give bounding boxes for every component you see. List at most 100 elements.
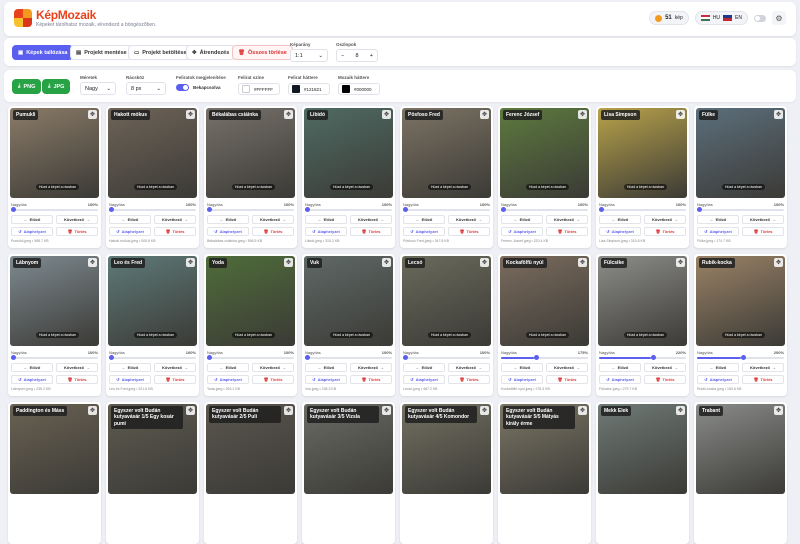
prev-button[interactable]: ← Előző — [305, 363, 347, 372]
move-icon[interactable]: ✥ — [480, 258, 489, 267]
caption-bg-picker[interactable]: #121821 — [288, 83, 330, 95]
card-image[interactable] — [696, 404, 785, 494]
zoom-slider-thumb[interactable] — [207, 207, 212, 212]
prev-button[interactable]: ← Előző — [403, 215, 445, 224]
prev-button[interactable]: ← Előző — [501, 363, 543, 372]
image-card[interactable]: Mekk Elek ✥ — [596, 402, 689, 544]
reset-button[interactable]: ↺ Alaphelyzet — [305, 227, 347, 236]
image-card[interactable]: Lecsó ✥ Húzd a képet a rácsban Nagyítás … — [400, 254, 493, 396]
image-card[interactable]: Kockafölfü nyúl ✥ Húzd a képet a rácsban… — [498, 254, 591, 396]
reset-button[interactable]: ↺ Alaphelyzet — [697, 227, 739, 236]
reset-button[interactable]: ↺ Alaphelyzet — [403, 227, 445, 236]
move-icon[interactable]: ✥ — [186, 110, 195, 119]
size-select[interactable]: Nagy ⌄ — [80, 82, 116, 95]
delete-button[interactable]: 🗑 Törlés — [644, 375, 686, 384]
zoom-slider-thumb[interactable] — [403, 355, 408, 360]
image-card[interactable]: Libidó ✥ Húzd a képet a rácsban Nagyítás… — [302, 106, 395, 248]
image-card[interactable]: Pumukli ✥ Húzd a képet a rácsban Nagyítá… — [8, 106, 101, 248]
image-card[interactable]: Egyszer volt Budán kutyavásár 5/5 Mátyás… — [498, 402, 591, 544]
zoom-slider-thumb[interactable] — [305, 207, 310, 212]
image-card[interactable]: Egyszer volt Budán kutyavásár 3/5 Vizsla… — [302, 402, 395, 544]
next-button[interactable]: Következő → — [154, 363, 196, 372]
image-card[interactable]: Fülke ✥ Húzd a képet a rácsban Nagyítás … — [694, 106, 787, 248]
zoom-slider-thumb[interactable] — [109, 207, 114, 212]
zoom-slider[interactable] — [207, 355, 294, 360]
zoom-slider[interactable] — [11, 355, 98, 360]
reset-button[interactable]: ↺ Alaphelyzet — [109, 375, 151, 384]
image-card[interactable]: Rubik-kocka ✥ Húzd a képet a rácsban Nag… — [694, 254, 787, 396]
reset-button[interactable]: ↺ Alaphelyzet — [697, 375, 739, 384]
delete-button[interactable]: 🗑 Törlés — [56, 227, 98, 236]
zoom-slider-thumb[interactable] — [109, 355, 114, 360]
zoom-slider[interactable] — [697, 355, 784, 360]
move-icon[interactable]: ✥ — [284, 406, 293, 415]
next-button[interactable]: Következő → — [546, 215, 588, 224]
move-icon[interactable]: ✥ — [676, 110, 685, 119]
image-card[interactable]: Békalábas csiáinka ✥ Húzd a képet a rács… — [204, 106, 297, 248]
save-project-button[interactable]: ▤ Projekt mentése — [70, 45, 133, 60]
move-icon[interactable]: ✥ — [676, 258, 685, 267]
image-card[interactable]: Egyszer volt Budán kutyavásár 2/5 Puli ✥ — [204, 402, 297, 544]
delete-button[interactable]: 🗑 Törlés — [644, 227, 686, 236]
prev-button[interactable]: ← Előző — [501, 215, 543, 224]
image-card[interactable]: Pösfoso Fred ✥ Húzd a képet a rácsban Na… — [400, 106, 493, 248]
prev-button[interactable]: ← Előző — [11, 215, 53, 224]
move-icon[interactable]: ✥ — [774, 258, 783, 267]
next-button[interactable]: Következő → — [252, 363, 294, 372]
reset-button[interactable]: ↺ Alaphelyzet — [501, 375, 543, 384]
caption-toggle[interactable] — [176, 84, 189, 91]
next-button[interactable]: Következő → — [252, 215, 294, 224]
move-icon[interactable]: ✥ — [382, 110, 391, 119]
move-icon[interactable]: ✥ — [284, 110, 293, 119]
zoom-slider-thumb[interactable] — [305, 355, 310, 360]
prev-button[interactable]: ← Előző — [305, 215, 347, 224]
theme-toggle[interactable] — [754, 14, 766, 22]
move-icon[interactable]: ✥ — [382, 406, 391, 415]
move-icon[interactable]: ✥ — [284, 258, 293, 267]
image-card[interactable]: Paddington és Máss ✥ — [8, 402, 101, 544]
delete-button[interactable]: 🗑 Törlés — [546, 227, 588, 236]
delete-button[interactable]: 🗑 Törlés — [448, 227, 490, 236]
move-icon[interactable]: ✥ — [382, 258, 391, 267]
next-button[interactable]: Következő → — [546, 363, 588, 372]
reset-button[interactable]: ↺ Alaphelyzet — [207, 375, 249, 384]
move-icon[interactable]: ✥ — [774, 406, 783, 415]
zoom-slider[interactable] — [403, 355, 490, 360]
move-icon[interactable]: ✥ — [578, 110, 587, 119]
image-card[interactable]: Egyszer volt Budán kutyavásár 1/5 Egy ko… — [106, 402, 199, 544]
reset-button[interactable]: ↺ Alaphelyzet — [501, 227, 543, 236]
delete-button[interactable]: 🗑 Törlés — [350, 227, 392, 236]
next-button[interactable]: Következő → — [448, 215, 490, 224]
delete-button[interactable]: 🗑 Törlés — [742, 375, 784, 384]
next-button[interactable]: Következő → — [644, 363, 686, 372]
next-button[interactable]: Következő → — [56, 363, 98, 372]
zoom-slider-thumb[interactable] — [651, 355, 657, 360]
gap-select[interactable]: 8 px ⌄ — [126, 82, 166, 95]
upload-images-button[interactable]: ▣ Képek tallózása — [12, 45, 74, 60]
next-button[interactable]: Következő → — [448, 363, 490, 372]
image-card[interactable]: Hakott mókus ✥ Húzd a képet a rácsban Na… — [106, 106, 199, 248]
move-icon[interactable]: ✥ — [578, 406, 587, 415]
ratio-select[interactable]: 1:1 ⌄ — [290, 49, 328, 62]
prev-button[interactable]: ← Előző — [599, 363, 641, 372]
zoom-slider[interactable] — [11, 207, 98, 212]
delete-button[interactable]: 🗑 Törlés — [252, 375, 294, 384]
zoom-slider-thumb[interactable] — [207, 355, 212, 360]
move-icon[interactable]: ✥ — [480, 110, 489, 119]
image-card[interactable]: Trabant ✥ — [694, 402, 787, 544]
prev-button[interactable]: ← Előző — [697, 363, 739, 372]
zoom-slider-thumb[interactable] — [740, 355, 746, 360]
zoom-slider-thumb[interactable] — [501, 207, 506, 212]
export-jpg-button[interactable]: ⤓ JPG — [42, 79, 71, 94]
reset-button[interactable]: ↺ Alaphelyzet — [109, 227, 151, 236]
image-card[interactable]: Lábnyom ✥ Húzd a képet a rácsban Nagyítá… — [8, 254, 101, 396]
reset-button[interactable]: ↺ Alaphelyzet — [599, 227, 641, 236]
arrange-button[interactable]: ✥ Átrendezés — [186, 45, 236, 60]
zoom-slider[interactable] — [305, 207, 392, 212]
reset-button[interactable]: ↺ Alaphelyzet — [599, 375, 641, 384]
mosaic-bg-picker[interactable]: #000000 — [338, 83, 380, 95]
zoom-slider-thumb[interactable] — [11, 207, 16, 212]
prev-button[interactable]: ← Előző — [109, 215, 151, 224]
zoom-slider-thumb[interactable] — [599, 207, 604, 212]
load-project-button[interactable]: ▭ Projekt betöltése — [128, 45, 193, 60]
